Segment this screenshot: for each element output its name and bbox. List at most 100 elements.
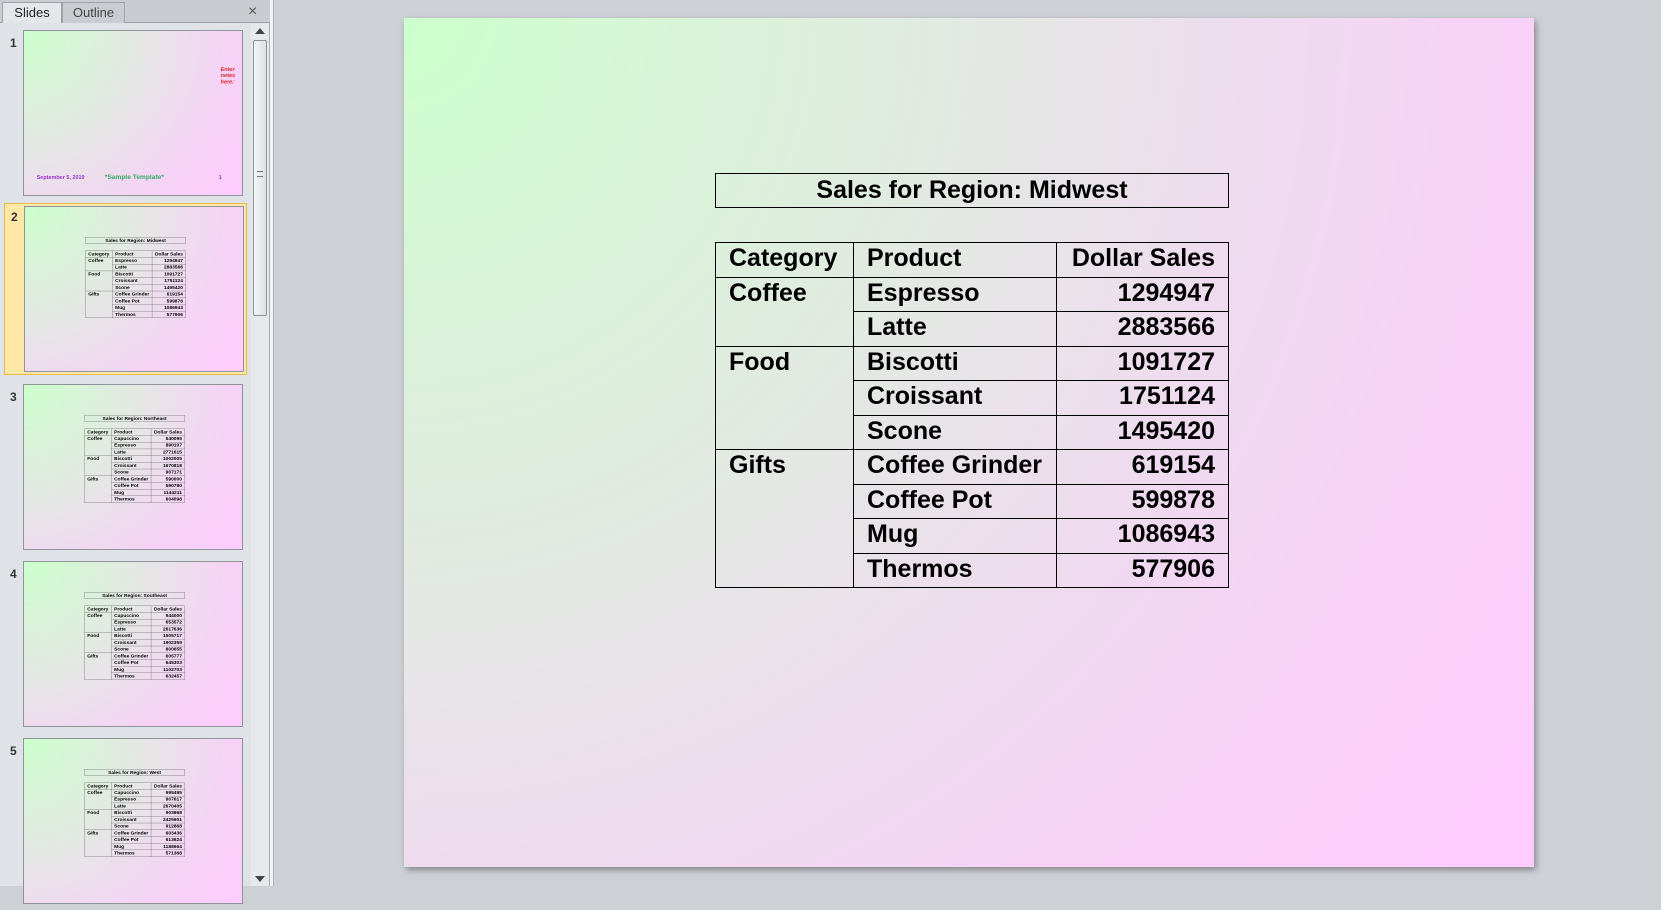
category-cell: Food [84, 809, 112, 830]
sales-cell: 603436 [150, 829, 185, 837]
thumbnail-scrollbar[interactable] [251, 24, 269, 886]
table-row: Gifts Coffee Grinder 605777 [84, 652, 185, 680]
close-panel-icon[interactable]: × [248, 2, 257, 22]
table-row: Coffee Espresso 1294947 [85, 257, 186, 271]
scrollbar-thumb[interactable] [253, 40, 267, 316]
product-cell: Biscotti [111, 809, 152, 817]
product-cell: Scone [111, 468, 152, 476]
column-header: Product [111, 428, 152, 436]
product-cell: Coffee Grinder [111, 652, 152, 660]
product-cell: Scone [853, 414, 1057, 450]
sales-cell: 1091727 [151, 270, 186, 278]
product-cell: Espresso [112, 257, 153, 265]
thumbnail-slide: Sales for Region: West Category Product Dol… [24, 739, 242, 903]
column-header: Dollar Sales [150, 428, 185, 436]
thumbnail-slide: Sales for Region: Northeast Category Produ… [24, 385, 242, 549]
sales-cell: 1751124 [151, 277, 186, 285]
product-cell: Capuccino [111, 789, 152, 797]
panel-tabs: Slides Outline × [0, 0, 270, 23]
sales-cell: 1294947 [151, 257, 186, 265]
current-slide[interactable]: Sales for Region: Midwest Category Product… [404, 18, 1534, 867]
product-cell: Scone [112, 284, 153, 292]
table-row: Gifts Coffee Grinder 590000 [84, 475, 185, 503]
table-row: Gifts Coffee Grinder 619154 [715, 449, 1229, 588]
sales-cell: 577906 [151, 311, 186, 318]
product-cell: Latte [111, 625, 152, 633]
product-cell: Croissant [111, 462, 152, 470]
product-cell: Espresso [853, 276, 1057, 312]
product-cell: Thermos [112, 311, 153, 318]
column-header: Dollar Sales [150, 605, 185, 613]
sales-cell: 1495420 [151, 284, 186, 292]
sales-table[interactable]: Category Product Dollar Sales Coffee Espress… [715, 242, 1229, 588]
sales-cell: 604098 [150, 495, 185, 503]
thumbnail-slide: Sales for Region: Southeast Category Produ… [24, 562, 242, 726]
sales-cell: 590000 [150, 475, 185, 483]
slide-title[interactable]: Sales for Region: Midwest [715, 173, 1229, 208]
product-cell: Espresso [111, 442, 152, 449]
panel-splitter[interactable] [270, 0, 274, 886]
slide-title[interactable]: Sales for Region: West [84, 769, 185, 776]
table-row: Coffee Capuccino 540095 [84, 435, 185, 456]
category-cell: Food [84, 632, 112, 653]
product-cell: Coffee Pot [111, 836, 152, 844]
product-cell: Mug [111, 489, 152, 496]
category-cell: Coffee [85, 257, 113, 271]
sales-table[interactable]: Category Product Dollar Sales Coffee Capucci… [84, 428, 185, 503]
sales-cell: 1086943 [1056, 518, 1229, 554]
table-row: Food Biscotti 1505717 [84, 632, 185, 653]
product-cell: Mug [853, 518, 1057, 554]
column-header: Product [111, 605, 152, 613]
sales-cell: 1670818 [150, 462, 185, 470]
column-header: Product [112, 250, 153, 258]
sales-table[interactable]: Category Product Dollar Sales Coffee Espress… [85, 250, 186, 318]
table-row: Gifts Coffee Grinder 603436 [84, 829, 185, 857]
sales-cell: 1091727 [1056, 345, 1229, 381]
slide-number: 1 [10, 36, 17, 50]
sales-cell: 2425601 [150, 816, 185, 824]
thumbnail-frame: Sales for Region: Northeast Category Produ… [23, 384, 243, 550]
product-cell: Capuccino [111, 612, 152, 620]
scroll-up-arrow-icon[interactable] [255, 28, 265, 34]
slide-thumbnail-1[interactable]: 1 Enter notes here: September 5, 2019 *S… [0, 30, 250, 202]
sales-cell: 540095 [150, 435, 185, 443]
tab-outline[interactable]: Outline [62, 2, 125, 23]
sales-cell: 2670405 [150, 802, 185, 810]
slide-thumbnail-3[interactable]: 3 Sales for Region: Northeast Category Prod… [0, 384, 250, 556]
sales-table[interactable]: Category Product Dollar Sales Coffee Capucci… [84, 782, 185, 857]
slide-title[interactable]: Sales for Region: Northeast [84, 415, 185, 422]
sales-cell: 1144211 [150, 489, 185, 496]
sales-cell: 2771615 [150, 448, 185, 456]
product-cell: Biscotti [111, 632, 152, 640]
product-cell: Coffee Pot [853, 483, 1057, 519]
product-cell: Espresso [111, 796, 152, 803]
footer-date: September 5, 2019 [36, 174, 85, 181]
category-cell: Gifts [84, 475, 112, 503]
slide-thumbnail-5[interactable]: 5 Sales for Region: West Category Product Do… [0, 738, 250, 910]
category-cell: Gifts [84, 829, 112, 857]
sales-table[interactable]: Category Product Dollar Sales Coffee Capucci… [84, 605, 185, 680]
header-row: Category Product Dollar Sales [84, 428, 185, 436]
sales-cell: 800655 [150, 645, 185, 653]
scroll-down-arrow-icon[interactable] [255, 876, 265, 882]
product-cell: Biscotti [111, 455, 152, 463]
table-row: Coffee Capuccino 995495 [84, 789, 185, 810]
product-cell: Scone [111, 645, 152, 653]
product-cell: Croissant [111, 639, 152, 647]
slide-title[interactable]: Sales for Region: Southeast [84, 592, 185, 599]
thumbnail-slide: Sales for Region: Midwest Category Product… [25, 207, 243, 371]
header-row: Category Product Dollar Sales [85, 250, 186, 258]
slide-thumbnail-4[interactable]: 4 Sales for Region: Southeast Category Prod… [0, 561, 250, 733]
product-cell: Mug [111, 843, 152, 850]
category-cell: Food [84, 455, 112, 476]
slide-thumbnail-2[interactable]: 2 Sales for Region: Midwest Category Produc… [4, 203, 247, 375]
sales-cell: 605777 [150, 652, 185, 660]
tab-slides[interactable]: Slides [2, 2, 62, 23]
category-cell: Gifts [715, 449, 854, 588]
sales-cell: 995495 [150, 789, 185, 797]
sales-cell: 599878 [1056, 483, 1229, 519]
product-cell: Thermos [111, 495, 152, 503]
slides-panel: Slides Outline × 1 Enter notes here: Sep… [0, 0, 270, 904]
product-cell: Latte [111, 448, 152, 456]
slide-title[interactable]: Sales for Region: Midwest [85, 237, 186, 244]
